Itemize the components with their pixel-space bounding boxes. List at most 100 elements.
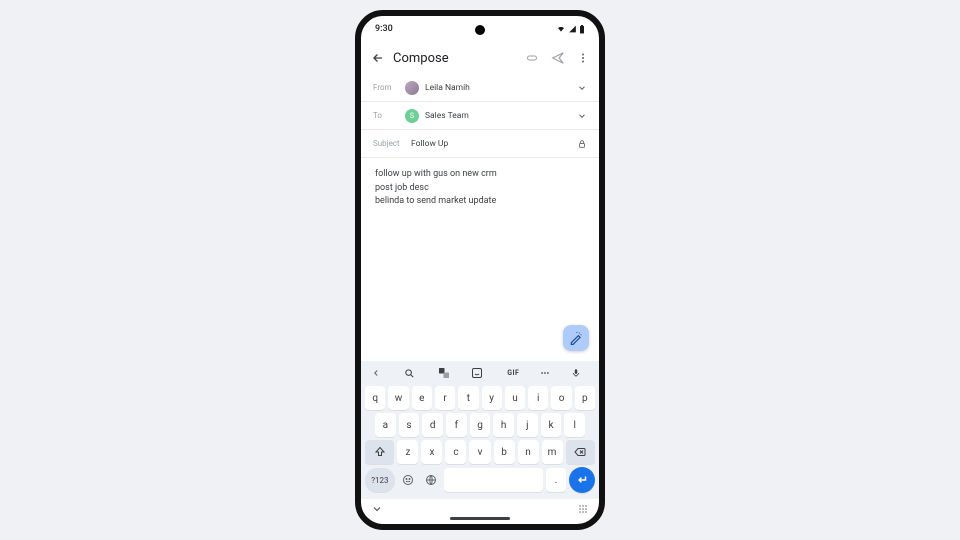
wifi-icon [556, 25, 566, 33]
key-i[interactable]: i [528, 386, 548, 410]
key-w[interactable]: w [388, 386, 408, 410]
enter-icon [575, 473, 589, 487]
key-t[interactable]: t [458, 386, 478, 410]
search-icon [404, 368, 415, 379]
key-c[interactable]: c [445, 440, 466, 464]
keyboard-toolbar: GIF [365, 365, 595, 383]
key-shift[interactable] [365, 440, 394, 464]
arrow-left-icon [371, 51, 385, 65]
status-icons [556, 25, 585, 34]
to-label: To [373, 111, 399, 120]
from-label: From [373, 83, 399, 92]
send-button[interactable] [551, 51, 565, 65]
email-body[interactable]: follow up with gus on new crm post job d… [361, 158, 599, 361]
key-r[interactable]: r [435, 386, 455, 410]
key-q[interactable]: q [365, 386, 385, 410]
kb-sticker-button[interactable] [471, 367, 489, 379]
globe-icon [425, 474, 437, 486]
attach-button[interactable] [525, 52, 539, 64]
shift-icon [374, 446, 386, 458]
key-f[interactable]: f [446, 413, 467, 437]
phone-frame: 9:30 Compose From Leila Namih To [355, 10, 605, 530]
confidential-button[interactable] [577, 139, 587, 149]
key-u[interactable]: u [505, 386, 525, 410]
translate-icon [438, 367, 450, 379]
key-d[interactable]: d [422, 413, 443, 437]
page-title: Compose [393, 51, 449, 66]
key-g[interactable]: g [470, 413, 491, 437]
keyboard: GIF q w e r t y u i o p a s d f g h [361, 361, 599, 499]
kb-back-button[interactable] [371, 368, 389, 378]
overflow-button[interactable] [577, 51, 589, 65]
key-v[interactable]: v [469, 440, 490, 464]
key-s[interactable]: s [399, 413, 420, 437]
app-bar: Compose [361, 42, 599, 74]
from-avatar [405, 81, 419, 95]
kb-mic-button[interactable] [571, 367, 589, 379]
camera-cutout [475, 25, 485, 35]
keyboard-grid-button[interactable] [577, 503, 589, 515]
key-a[interactable]: a [375, 413, 396, 437]
key-x[interactable]: x [421, 440, 442, 464]
status-time: 9:30 [375, 24, 393, 34]
keyboard-row-4: ?123 . [365, 467, 595, 493]
from-name: Leila Namih [425, 83, 470, 93]
send-icon [551, 51, 565, 65]
key-e[interactable]: e [412, 386, 432, 410]
key-n[interactable]: n [518, 440, 539, 464]
keyboard-collapse-button[interactable] [371, 503, 383, 515]
key-space[interactable] [444, 468, 543, 492]
body-line: post job desc [375, 182, 585, 196]
more-vert-icon [577, 51, 589, 65]
key-p[interactable]: p [575, 386, 595, 410]
chevron-down-icon [577, 83, 587, 93]
more-horiz-icon [538, 368, 552, 378]
nav-bar [361, 499, 599, 517]
kb-translate-button[interactable] [438, 367, 456, 379]
smart-compose-fab[interactable] [563, 325, 589, 351]
key-h[interactable]: h [493, 413, 514, 437]
grid-icon [577, 503, 589, 515]
subject-field[interactable]: Subject Follow Up [361, 130, 599, 158]
to-avatar-letter: S [410, 112, 414, 120]
sticker-icon [471, 367, 483, 379]
key-o[interactable]: o [551, 386, 571, 410]
key-language[interactable] [421, 468, 441, 492]
key-emoji[interactable] [398, 468, 418, 492]
key-backspace[interactable] [566, 440, 595, 464]
body-line: follow up with gus on new crm [375, 168, 585, 182]
key-enter[interactable] [569, 467, 595, 493]
chevron-down-icon [371, 503, 383, 515]
key-j[interactable]: j [517, 413, 538, 437]
key-l[interactable]: l [564, 413, 585, 437]
lock-icon [577, 139, 587, 149]
from-field[interactable]: From Leila Namih [361, 74, 599, 102]
key-k[interactable]: k [541, 413, 562, 437]
mic-icon [571, 367, 581, 379]
to-field[interactable]: To S Sales Team [361, 102, 599, 130]
body-line: belinda to send market update [375, 195, 585, 209]
keyboard-row-1: q w e r t y u i o p [365, 386, 595, 410]
chevron-down-icon [577, 111, 587, 121]
emoji-icon [402, 474, 414, 486]
magic-pen-icon [569, 331, 583, 345]
kb-more-button[interactable] [538, 368, 556, 378]
subject-value: Follow Up [411, 139, 448, 149]
to-expand[interactable] [577, 111, 587, 121]
attachment-icon [525, 52, 539, 64]
key-z[interactable]: z [397, 440, 418, 464]
to-name: Sales Team [425, 111, 469, 121]
key-y[interactable]: y [482, 386, 502, 410]
to-avatar: S [405, 109, 419, 123]
key-period[interactable]: . [546, 468, 566, 492]
key-m[interactable]: m [542, 440, 563, 464]
key-numbers[interactable]: ?123 [365, 468, 395, 492]
chevron-left-icon [371, 368, 381, 378]
home-indicator[interactable] [450, 517, 510, 520]
key-b[interactable]: b [494, 440, 515, 464]
back-button[interactable] [371, 51, 385, 65]
from-expand[interactable] [577, 83, 587, 93]
kb-search-button[interactable] [404, 368, 422, 379]
battery-icon [579, 25, 585, 34]
kb-gif-button[interactable]: GIF [504, 369, 522, 377]
